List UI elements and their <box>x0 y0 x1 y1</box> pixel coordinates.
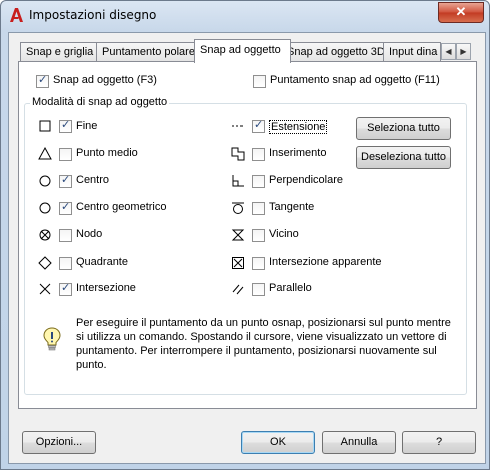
center-label[interactable]: Centro <box>76 174 109 186</box>
info-text: Per eseguire il puntamento da un punto o… <box>76 317 451 371</box>
tangent-icon <box>232 202 244 214</box>
perpendicular-checkbox[interactable] <box>252 175 265 188</box>
close-button[interactable]: ✕ <box>438 2 484 23</box>
insertion-label[interactable]: Inserimento <box>269 147 326 159</box>
tab-polar-tracking[interactable]: Puntamento polare <box>96 42 204 62</box>
tab-scroll-right-button[interactable]: ▶ <box>456 43 471 60</box>
extension-icon <box>232 125 243 127</box>
perpendicular-icon <box>232 175 244 187</box>
apparent-intersection-checkbox[interactable] <box>252 257 265 270</box>
nearest-label[interactable]: Vicino <box>269 228 299 240</box>
insertion-checkbox[interactable] <box>252 148 265 161</box>
tab-scroll-left-button[interactable]: ◀ <box>441 43 456 60</box>
geometric-center-checkbox[interactable] <box>59 200 72 215</box>
quadrant-label[interactable]: Quadrante <box>76 256 128 268</box>
endpoint-label[interactable]: Fine <box>76 120 97 132</box>
midpoint-label[interactable]: Punto medio <box>76 147 138 159</box>
ok-button[interactable]: OK <box>241 431 315 454</box>
perpendicular-label[interactable]: Perpendicolare <box>269 174 343 186</box>
extension-checkbox[interactable] <box>252 118 265 133</box>
tab-snap-grid[interactable]: Snap e griglia <box>20 42 106 62</box>
parallel-checkbox[interactable] <box>252 283 265 296</box>
title-bar[interactable]: Impostazioni disegno ✕ <box>1 1 489 31</box>
osnap-tracking-checkbox[interactable] <box>253 75 266 88</box>
node-icon <box>39 229 51 241</box>
intersection-checkbox[interactable] <box>59 281 72 296</box>
deselect-all-button[interactable]: Deseleziona tutto <box>356 146 451 169</box>
select-all-button[interactable]: Seleziona tutto <box>356 117 451 140</box>
snap-modes-legend: Modalità di snap ad oggetto <box>30 96 170 108</box>
center-checkbox[interactable] <box>59 173 72 188</box>
nearest-icon <box>231 229 245 241</box>
osnap-on-label[interactable]: Snap ad oggetto (F3) <box>53 74 157 86</box>
nearest-checkbox[interactable] <box>252 229 265 242</box>
parallel-icon <box>232 284 244 295</box>
osnap-tracking-label[interactable]: Puntamento snap ad oggetto (F11) <box>270 74 440 86</box>
center-icon <box>39 175 51 187</box>
extension-label[interactable]: Estensione <box>269 120 328 134</box>
dialog-window: Impostazioni disegno ✕ Snap e griglia Pu… <box>0 0 490 470</box>
options-button[interactable]: Opzioni... <box>22 431 96 454</box>
apparent-intersection-label[interactable]: Intersezione apparente <box>269 256 382 268</box>
insertion-icon <box>231 147 245 161</box>
lightbulb-icon <box>43 327 61 351</box>
quadrant-checkbox[interactable] <box>59 257 72 270</box>
tab-3d-object-snap[interactable]: Snap ad oggetto 3D <box>281 42 393 62</box>
tangent-label[interactable]: Tangente <box>269 201 314 213</box>
object-snap-panel: Snap ad oggetto (F3) Puntamento snap ad … <box>18 61 477 409</box>
node-checkbox[interactable] <box>59 229 72 242</box>
geometric-center-label[interactable]: Centro geometrico <box>76 201 167 213</box>
midpoint-checkbox[interactable] <box>59 148 72 161</box>
tab-object-snap[interactable]: Snap ad oggetto <box>194 39 291 63</box>
quadrant-icon <box>38 256 52 270</box>
endpoint-icon <box>39 120 51 132</box>
geometric-center-icon <box>39 202 51 214</box>
node-label[interactable]: Nodo <box>76 228 102 240</box>
tab-dynamic-input[interactable]: Input dina <box>383 42 441 62</box>
tangent-checkbox[interactable] <box>252 202 265 215</box>
parallel-label[interactable]: Parallelo <box>269 282 312 294</box>
intersection-label[interactable]: Intersezione <box>76 282 136 294</box>
apparent-intersection-icon <box>232 257 244 269</box>
intersection-icon <box>39 283 51 295</box>
endpoint-checkbox[interactable] <box>59 118 72 133</box>
midpoint-icon <box>38 146 52 160</box>
help-button[interactable]: ? <box>402 431 476 454</box>
cancel-button[interactable]: Annulla <box>322 431 396 454</box>
osnap-on-checkbox[interactable] <box>36 73 49 88</box>
dialog-client: Snap e griglia Puntamento polare Snap ad… <box>8 32 486 464</box>
autocad-logo-icon <box>10 8 23 22</box>
window-title: Impostazioni disegno <box>29 8 157 22</box>
